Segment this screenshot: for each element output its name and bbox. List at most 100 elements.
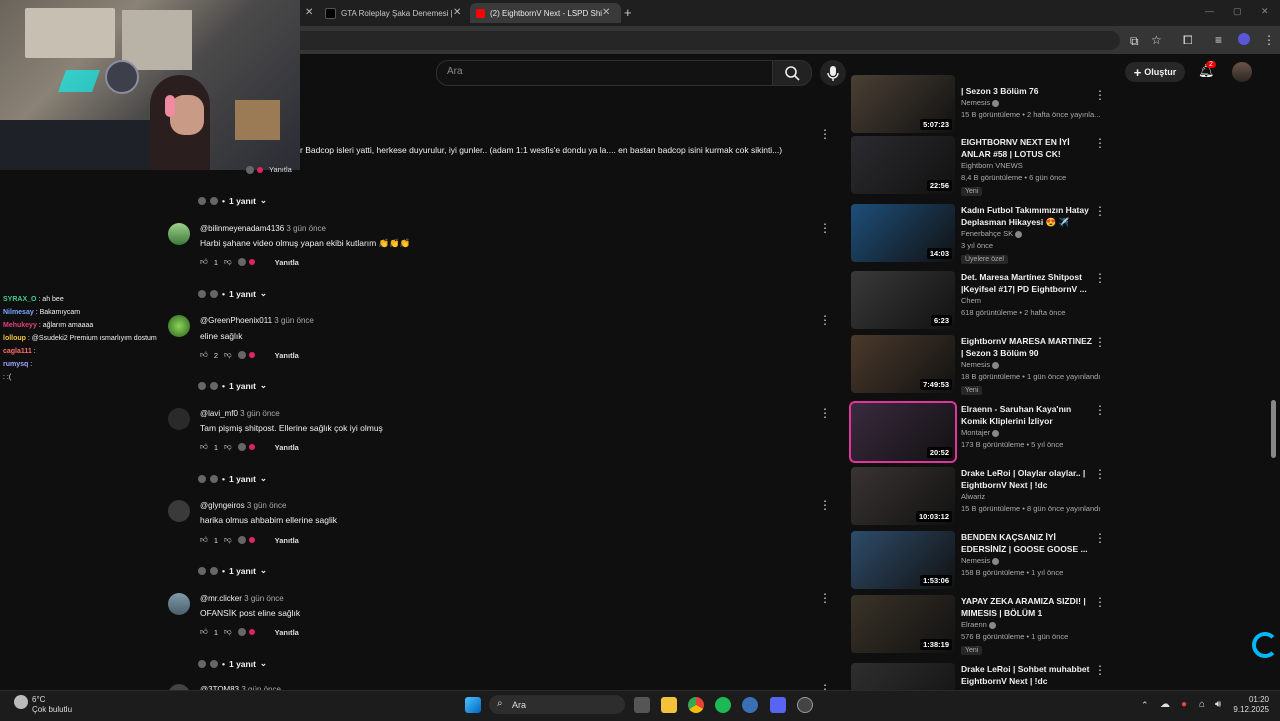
channel-name[interactable]: Nemesis bbox=[961, 359, 1100, 371]
comment-author[interactable]: @lavi_mf0 3 gün önce bbox=[200, 409, 280, 418]
video-title[interactable]: YAPAY ZEKA ARAMIZA SIZDI! | MIMESIS | BÖ… bbox=[961, 595, 1096, 619]
video-title[interactable]: Kadın Futbol Takımımızın Hatay Deplasman… bbox=[961, 204, 1096, 228]
more-actions-icon[interactable]: ⋮ bbox=[819, 406, 831, 420]
video-thumbnail[interactable]: 1:38:19 bbox=[851, 595, 955, 653]
browser-menu-icon[interactable]: ⋮ bbox=[1263, 33, 1275, 47]
search-button[interactable] bbox=[772, 60, 812, 86]
replies-toggle[interactable]: • 1 yanıt ⌄ bbox=[198, 195, 267, 206]
channel-name[interactable]: Elraenn bbox=[961, 619, 1096, 631]
comment-author[interactable]: @bilinmeyenadam4136 3 gün önce bbox=[200, 224, 326, 233]
channel-name[interactable]: Chem bbox=[961, 295, 1096, 307]
more-actions-icon[interactable]: ⋮ bbox=[819, 498, 831, 512]
video-thumbnail[interactable]: 5:07:23 bbox=[851, 75, 955, 133]
reply-button[interactable]: Yanıtla bbox=[275, 628, 299, 637]
media-icon[interactable]: ≡ bbox=[1215, 33, 1222, 47]
maximize-icon[interactable]: ▢ bbox=[1233, 6, 1242, 17]
replies-toggle[interactable]: • 1 yanıt ⌄ bbox=[198, 288, 267, 299]
channel-name[interactable]: Nemesis bbox=[961, 555, 1096, 567]
volume-icon[interactable]: 🔊︎ bbox=[1215, 699, 1221, 710]
like-icon[interactable]: 👍︎ bbox=[200, 442, 208, 452]
chrome-icon[interactable] bbox=[688, 697, 704, 713]
like-icon[interactable]: 👍︎ bbox=[200, 627, 208, 637]
video-title[interactable]: Drake LeRoi | Sohbet muhabbet EightbornV… bbox=[961, 663, 1096, 687]
taskbar-search[interactable] bbox=[489, 695, 625, 714]
close-window-icon[interactable]: ✕ bbox=[1261, 6, 1269, 17]
reply-button[interactable]: Yanıtla bbox=[275, 536, 299, 545]
video-thumbnail[interactable]: 20:52 bbox=[849, 401, 957, 463]
replies-toggle[interactable]: • 1 yanıt ⌄ bbox=[198, 380, 267, 391]
reply-button[interactable]: Yanıtla bbox=[275, 351, 299, 360]
more-actions-icon[interactable]: ⋮ bbox=[819, 127, 831, 141]
address-bar[interactable] bbox=[240, 31, 1120, 50]
video-thumbnail[interactable]: 6:23 bbox=[851, 271, 955, 329]
channel-name[interactable]: Alwariz bbox=[961, 491, 1100, 503]
channel-name[interactable]: Montajer bbox=[961, 427, 1096, 439]
avatar[interactable] bbox=[168, 315, 190, 337]
like-icon[interactable]: 👍︎ bbox=[200, 257, 208, 267]
avatar[interactable] bbox=[168, 500, 190, 522]
more-actions-icon[interactable]: ⋮ bbox=[1094, 531, 1106, 545]
mic-icon[interactable]: ● bbox=[1181, 699, 1187, 710]
tab-gta-roleplay[interactable]: GTA Roleplay Şaka Denemesi | bbox=[325, 3, 455, 23]
task-view-icon[interactable] bbox=[634, 697, 650, 713]
video-thumbnail[interactable]: 22:56 bbox=[851, 136, 955, 194]
channel-name[interactable]: Nemesis bbox=[961, 97, 1100, 109]
more-actions-icon[interactable]: ⋮ bbox=[1094, 595, 1106, 609]
discord-icon[interactable] bbox=[770, 697, 786, 713]
cast-icon[interactable]: ⧉ bbox=[1130, 34, 1139, 49]
new-tab-button[interactable]: + bbox=[624, 5, 632, 20]
extensions-icon[interactable]: ⧠ bbox=[1183, 33, 1193, 48]
dislike-icon[interactable]: 👎︎ bbox=[224, 350, 232, 360]
obs-icon[interactable] bbox=[797, 697, 813, 713]
cloud-icon[interactable]: ☁ bbox=[1160, 699, 1170, 710]
video-title[interactable]: Elraenn - Saruhan Kaya'nın Komik Klipler… bbox=[961, 403, 1096, 427]
dislike-icon[interactable]: 👎︎ bbox=[224, 257, 232, 267]
replies-toggle[interactable]: • 1 yanıt ⌄ bbox=[198, 473, 267, 484]
more-actions-icon[interactable]: ⋮ bbox=[1094, 335, 1106, 349]
comment-author[interactable]: @GreenPhoenix011 3 gün önce bbox=[200, 316, 314, 325]
more-actions-icon[interactable]: ⋮ bbox=[819, 591, 831, 605]
bookmark-star-icon[interactable]: ☆ bbox=[1151, 33, 1162, 47]
video-title[interactable]: Drake LeRoi | Olaylar olaylar.. | Eightb… bbox=[961, 467, 1096, 491]
reply-button[interactable]: Yanıtla bbox=[275, 443, 299, 452]
windows-start-icon[interactable] bbox=[465, 697, 481, 713]
comment-author[interactable]: @mr.clicker 3 gün önce bbox=[200, 594, 284, 603]
dislike-icon[interactable]: 👎︎ bbox=[224, 535, 232, 545]
more-actions-icon[interactable]: ⋮ bbox=[1094, 467, 1106, 481]
video-thumbnail[interactable]: 10:03:12 bbox=[851, 467, 955, 525]
dislike-icon[interactable]: 👎︎ bbox=[224, 627, 232, 637]
tab-close-icon[interactable]: ✕ bbox=[305, 7, 313, 18]
more-actions-icon[interactable]: ⋮ bbox=[1094, 663, 1106, 677]
minimize-icon[interactable]: — bbox=[1205, 6, 1214, 16]
reply-button[interactable]: Yanıtla bbox=[275, 258, 299, 267]
reply-button[interactable]: Yanıtla bbox=[246, 165, 292, 174]
channel-name[interactable]: Fenerbahçe SK bbox=[961, 228, 1096, 240]
replies-toggle[interactable]: • 1 yanıt ⌄ bbox=[198, 565, 267, 576]
spotify-icon[interactable] bbox=[715, 697, 731, 713]
video-title[interactable]: | Sezon 3 Bölüm 76 bbox=[961, 85, 1096, 97]
scrollbar-thumb[interactable] bbox=[1271, 400, 1276, 458]
avatar[interactable] bbox=[168, 223, 190, 245]
app-icon[interactable] bbox=[742, 697, 758, 713]
profile-avatar[interactable] bbox=[1238, 33, 1250, 45]
more-actions-icon[interactable]: ⋮ bbox=[1094, 403, 1106, 417]
replies-toggle[interactable]: • 1 yanıt ⌄ bbox=[198, 658, 267, 669]
comment-author[interactable]: @glyngeiros 3 gün önce bbox=[200, 501, 286, 510]
more-actions-icon[interactable]: ⋮ bbox=[1094, 136, 1106, 150]
more-actions-icon[interactable]: ⋮ bbox=[819, 313, 831, 327]
video-thumbnail[interactable]: 7:49:53 bbox=[851, 335, 955, 393]
tab-close-icon[interactable]: ✕ bbox=[453, 7, 461, 18]
like-icon[interactable]: 👍︎ bbox=[200, 350, 208, 360]
chevron-up-icon[interactable]: ⌃ bbox=[1141, 700, 1149, 711]
dislike-icon[interactable]: 👎︎ bbox=[224, 442, 232, 452]
video-thumbnail[interactable]: 1:53:06 bbox=[851, 531, 955, 589]
create-button[interactable]: + Oluştur bbox=[1125, 62, 1185, 82]
video-title[interactable]: EightbornV MARESA MARTINEZ | Sezon 3 Böl… bbox=[961, 335, 1096, 359]
video-title[interactable]: EIGHTBORNV NEXT EN İYİ ANLAR #58 | LOTUS… bbox=[961, 136, 1096, 160]
network-icon[interactable]: ⌂ bbox=[1199, 699, 1205, 710]
video-title[interactable]: BENDEN KAÇSANIZ İYİ EDERSİNİZ | GOOSE GO… bbox=[961, 531, 1096, 555]
avatar[interactable] bbox=[168, 408, 190, 430]
more-actions-icon[interactable]: ⋮ bbox=[1094, 204, 1106, 218]
more-actions-icon[interactable]: ⋮ bbox=[1094, 88, 1106, 102]
channel-name[interactable]: Eightborn VNEWS bbox=[961, 160, 1096, 172]
